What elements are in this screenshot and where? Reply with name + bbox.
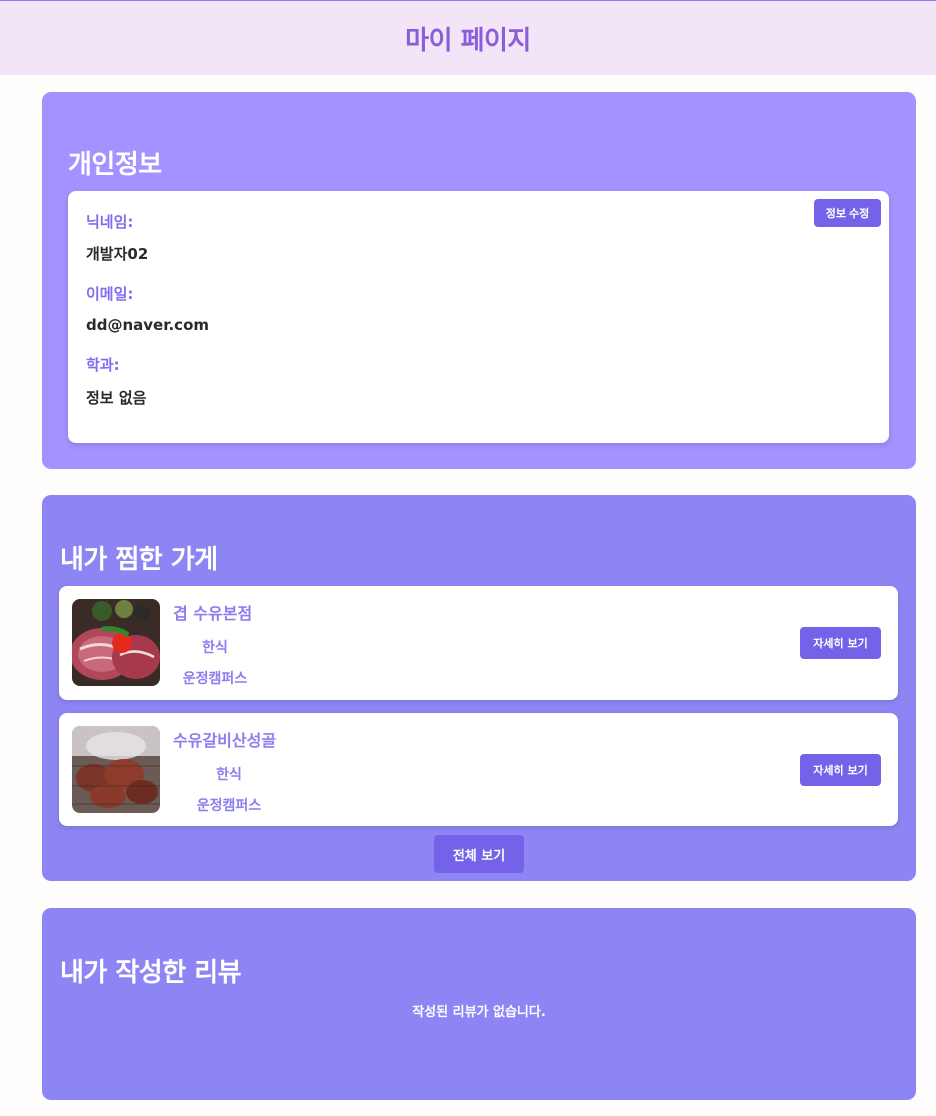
store-image — [72, 726, 160, 813]
store-detail-button[interactable]: 자세히 보기 — [800, 627, 881, 659]
reviews-section: 내가 작성한 리뷰 작성된 리뷰가 없습니다. — [42, 908, 916, 1100]
store-card: 겹 수유본점 한식 운정캠퍼스 자세히 보기 — [59, 586, 898, 700]
department-value: 정보 없음 — [86, 389, 147, 407]
store-campus: 운정캠퍼스 — [182, 671, 248, 687]
store-name[interactable]: 겹 수유본점 — [173, 600, 252, 624]
reviews-section-title: 내가 작성한 리뷰 — [60, 958, 242, 988]
email-label: 이메일: — [86, 285, 134, 303]
nickname-label: 닉네임: — [86, 213, 134, 231]
store-card: 수유갈비산성골 한식 운정캠퍼스 자세히 보기 — [59, 713, 898, 826]
store-category: 한식 — [202, 640, 228, 656]
nickname-value: 개발자02 — [86, 245, 149, 263]
profile-card: 정보 수정 닉네임: 개발자02 이메일: dd@naver.com 학과: 정… — [68, 191, 889, 443]
store-name[interactable]: 수유갈비산성골 — [173, 727, 276, 751]
email-value: dd@naver.com — [86, 316, 210, 334]
page-title: 마이 페이지 — [405, 25, 531, 56]
view-all-button[interactable]: 전체 보기 — [434, 835, 524, 873]
profile-section-title: 개인정보 — [68, 150, 162, 180]
favorites-section-title: 내가 찜한 가게 — [60, 545, 218, 575]
page-header: 마이 페이지 — [0, 0, 936, 75]
edit-profile-button[interactable]: 정보 수정 — [814, 199, 881, 227]
store-category: 한식 — [216, 767, 242, 783]
reviews-empty-message: 작성된 리뷰가 없습니다. — [412, 1005, 546, 1020]
favorites-section: 내가 찜한 가게 겹 수유본점 한식 운정캠퍼스 자세히 보기 수유갈비산성골 … — [42, 495, 916, 881]
store-campus: 운정캠퍼스 — [196, 798, 262, 814]
department-label: 학과: — [86, 356, 120, 374]
store-image — [72, 599, 160, 686]
profile-section: 개인정보 정보 수정 닉네임: 개발자02 이메일: dd@naver.com … — [42, 92, 916, 469]
store-detail-button[interactable]: 자세히 보기 — [800, 754, 881, 786]
